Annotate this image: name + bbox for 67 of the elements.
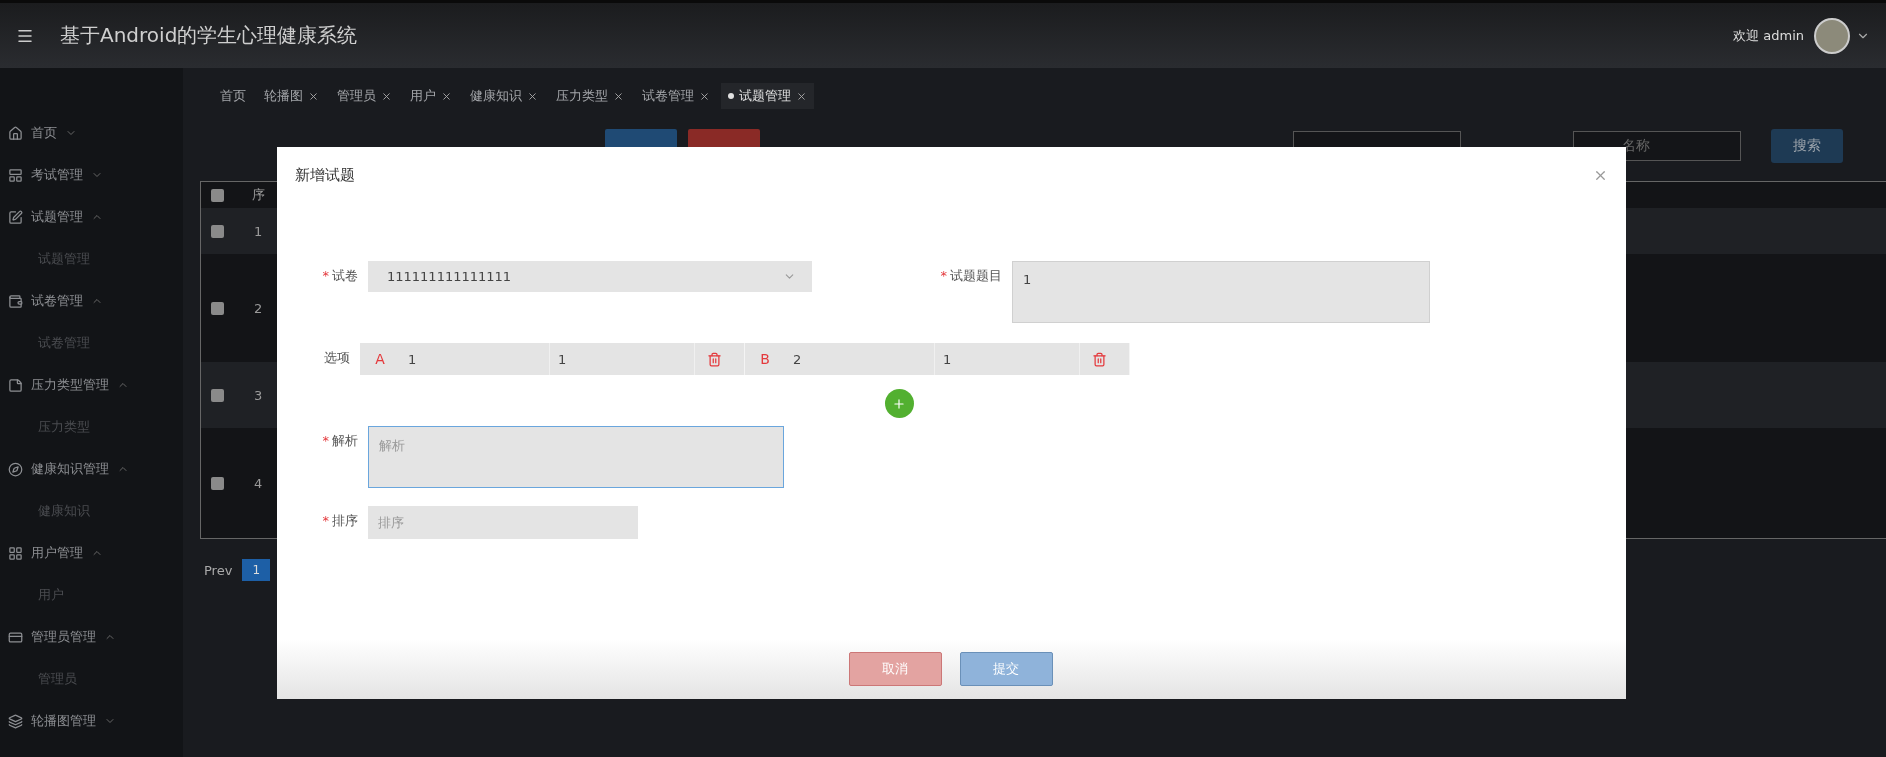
close-icon[interactable] bbox=[381, 90, 392, 102]
sidebar-item[interactable]: 首页 bbox=[0, 112, 183, 154]
menu-item-icon bbox=[8, 125, 23, 141]
sidebar-item[interactable]: 用户管理 bbox=[0, 532, 183, 574]
checkbox[interactable] bbox=[211, 476, 224, 490]
checkbox[interactable] bbox=[211, 301, 224, 315]
option-score-field[interactable]: 1 bbox=[550, 343, 695, 375]
table-cell: 2 bbox=[254, 300, 263, 316]
field-label: * 排序 bbox=[321, 512, 359, 530]
sidebar-item[interactable]: 管理员管理 bbox=[0, 616, 183, 658]
close-icon[interactable] bbox=[527, 90, 538, 102]
tab[interactable]: 试卷管理 bbox=[635, 83, 717, 109]
menu-item-icon bbox=[8, 461, 23, 477]
close-icon[interactable] bbox=[613, 90, 624, 102]
checkbox[interactable] bbox=[211, 224, 224, 238]
page-button[interactable]: 1 bbox=[242, 559, 271, 581]
prev-link[interactable]: Prev bbox=[204, 562, 233, 578]
tab[interactable]: 压力类型 bbox=[549, 83, 631, 109]
app-title: 基于Android的学生心理健康系统 bbox=[60, 22, 358, 49]
menu-item-icon bbox=[8, 629, 23, 645]
sidebar-item[interactable]: 轮播图管理 bbox=[0, 700, 183, 742]
close-icon[interactable] bbox=[699, 90, 710, 102]
menu-item-icon bbox=[8, 167, 23, 183]
dialog-title: 新增试题 bbox=[295, 165, 355, 185]
close-icon[interactable] bbox=[308, 90, 319, 102]
field-label: * 试题题目 bbox=[939, 267, 1003, 285]
sidebar-item[interactable]: 压力类型管理 bbox=[0, 364, 183, 406]
field-label: 选项 bbox=[323, 349, 351, 367]
tab[interactable]: 管理员 bbox=[330, 83, 399, 109]
checkbox[interactable] bbox=[211, 388, 224, 402]
tab[interactable]: 轮播图 bbox=[257, 83, 326, 109]
trash-icon[interactable] bbox=[707, 351, 722, 367]
paper-select[interactable]: 111111111111111 bbox=[368, 261, 812, 292]
option-content-field[interactable]: 2 bbox=[785, 343, 935, 375]
option-content-field[interactable]: 1 bbox=[400, 343, 550, 375]
table-cell: 1 bbox=[254, 223, 263, 239]
sidebar-item[interactable]: 健康知识管理 bbox=[0, 448, 183, 490]
table-cell: 3 bbox=[254, 387, 263, 403]
tab[interactable]: 首页 bbox=[213, 83, 253, 109]
question-field[interactable]: 1 bbox=[1012, 261, 1430, 323]
menu-item-icon bbox=[8, 545, 23, 561]
checkbox[interactable] bbox=[211, 188, 224, 202]
field-label: * 试卷 bbox=[321, 267, 359, 285]
menu-item-icon bbox=[8, 713, 23, 729]
sidebar-item[interactable]: 试卷管理 bbox=[0, 280, 183, 322]
sidebar-item[interactable]: 试题管理 bbox=[0, 196, 183, 238]
tab[interactable]: 健康知识 bbox=[463, 83, 545, 109]
menu-item-icon bbox=[8, 293, 23, 309]
sidebar-item[interactable]: 考试管理 bbox=[0, 154, 183, 196]
option-score-field[interactable]: 1 bbox=[935, 343, 1080, 375]
close-icon[interactable] bbox=[441, 90, 452, 102]
tab[interactable]: 试题管理 bbox=[721, 83, 814, 109]
option-letter: A bbox=[374, 351, 386, 367]
table-cell: 4 bbox=[254, 475, 263, 491]
option-letter: B bbox=[759, 351, 771, 367]
menu-item-icon bbox=[8, 377, 23, 393]
column-header: 序 bbox=[252, 186, 265, 204]
close-icon[interactable] bbox=[796, 90, 807, 102]
welcome-text: 欢迎 admin bbox=[1733, 26, 1804, 45]
add-option-button[interactable] bbox=[884, 389, 914, 418]
tab[interactable]: 用户 bbox=[403, 83, 459, 109]
avatar[interactable] bbox=[1814, 17, 1850, 54]
menu-item-icon bbox=[8, 209, 23, 225]
trash-icon[interactable] bbox=[1092, 351, 1107, 367]
search-button[interactable]: 搜索 bbox=[1771, 129, 1843, 163]
field-label: * 解析 bbox=[321, 432, 359, 450]
plus-icon bbox=[892, 396, 906, 411]
